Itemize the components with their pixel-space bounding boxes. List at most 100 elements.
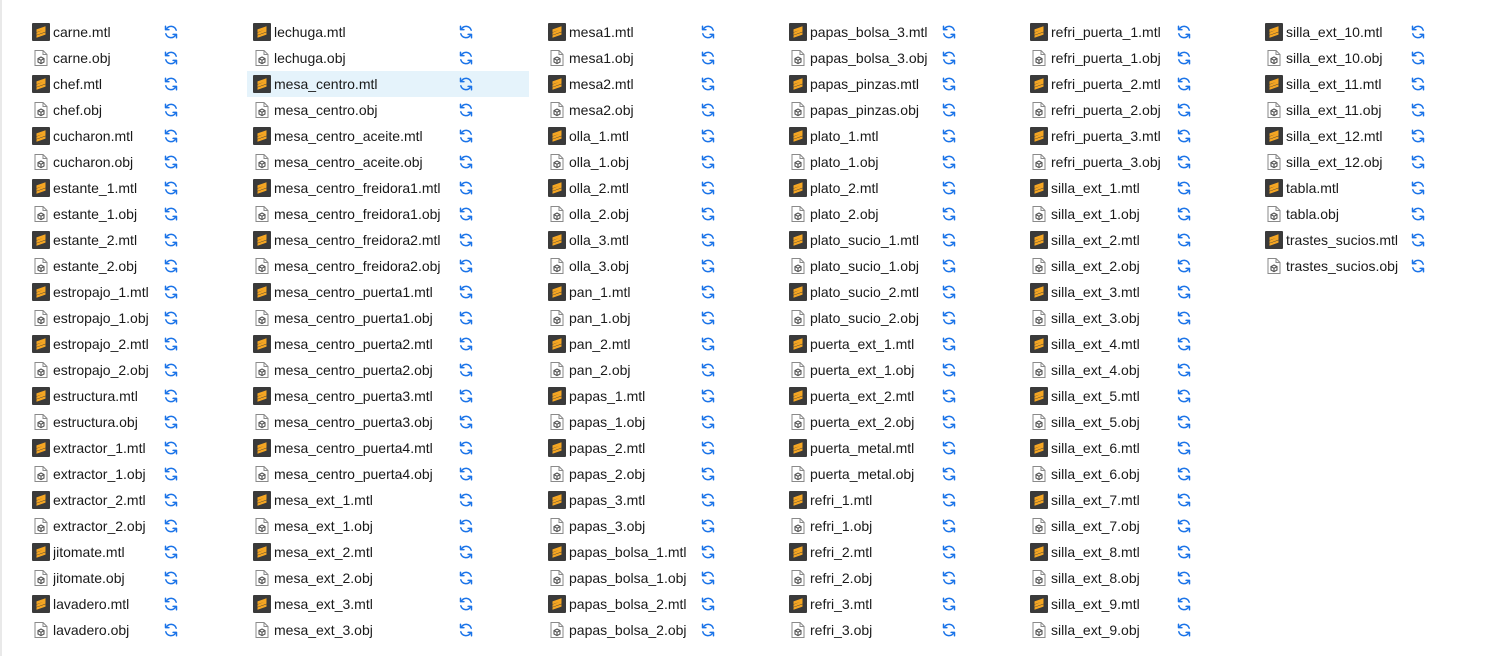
file-item[interactable]: puerta_ext_1.mtl — [787, 331, 937, 357]
file-item[interactable]: mesa_ext_3.obj — [251, 617, 529, 643]
file-item[interactable]: papas_2.obj — [546, 461, 706, 487]
file-item[interactable]: tabla.obj — [1263, 201, 1415, 227]
file-item[interactable]: silla_ext_6.mtl — [1028, 435, 1178, 461]
file-item[interactable]: plato_sucio_1.obj — [787, 253, 937, 279]
file-item[interactable]: chef.obj — [30, 97, 160, 123]
file-item[interactable]: mesa2.mtl — [546, 71, 706, 97]
file-item[interactable]: plato_1.mtl — [787, 123, 937, 149]
file-item[interactable]: silla_ext_7.mtl — [1028, 487, 1178, 513]
file-item[interactable]: mesa_centro_puerta2.mtl — [251, 331, 529, 357]
file-item[interactable]: estante_2.obj — [30, 253, 160, 279]
file-item[interactable]: carne.obj — [30, 45, 160, 71]
file-item[interactable]: papas_3.mtl — [546, 487, 706, 513]
file-item[interactable]: olla_3.mtl — [546, 227, 706, 253]
file-item[interactable]: silla_ext_1.obj — [1028, 201, 1178, 227]
file-item[interactable]: plato_sucio_2.obj — [787, 305, 937, 331]
file-item[interactable]: pan_1.obj — [546, 305, 706, 331]
file-item[interactable]: lechuga.obj — [251, 45, 529, 71]
file-item[interactable]: silla_ext_8.mtl — [1028, 539, 1178, 565]
file-item[interactable]: silla_ext_10.mtl — [1263, 19, 1415, 45]
file-item[interactable]: papas_1.mtl — [546, 383, 706, 409]
file-item[interactable]: extractor_2.mtl — [30, 487, 160, 513]
file-item[interactable]: pan_1.mtl — [546, 279, 706, 305]
file-item[interactable]: lavadero.obj — [30, 617, 160, 643]
file-item[interactable]: silla_ext_1.mtl — [1028, 175, 1178, 201]
file-item[interactable]: papas_bolsa_3.mtl — [787, 19, 937, 45]
file-item[interactable]: silla_ext_2.obj — [1028, 253, 1178, 279]
file-item[interactable]: silla_ext_4.mtl — [1028, 331, 1178, 357]
file-item[interactable]: estructura.mtl — [30, 383, 160, 409]
file-item[interactable]: trastes_sucios.obj — [1263, 253, 1415, 279]
file-item[interactable]: mesa_centro_puerta1.mtl — [251, 279, 529, 305]
file-item[interactable]: refri_3.mtl — [787, 591, 937, 617]
file-item[interactable]: lavadero.mtl — [30, 591, 160, 617]
file-item[interactable]: olla_1.obj — [546, 149, 706, 175]
file-item[interactable]: trastes_sucios.mtl — [1263, 227, 1415, 253]
file-item[interactable]: papas_1.obj — [546, 409, 706, 435]
file-item[interactable]: plato_2.obj — [787, 201, 937, 227]
file-item[interactable]: estante_1.obj — [30, 201, 160, 227]
file-item[interactable]: extractor_1.mtl — [30, 435, 160, 461]
file-item[interactable]: papas_2.mtl — [546, 435, 706, 461]
file-item[interactable]: refri_puerta_3.mtl — [1028, 123, 1178, 149]
file-item[interactable]: silla_ext_11.mtl — [1263, 71, 1415, 97]
file-item[interactable]: estante_1.mtl — [30, 175, 160, 201]
file-item[interactable]: estropajo_1.mtl — [30, 279, 160, 305]
file-item[interactable]: refri_2.mtl — [787, 539, 937, 565]
file-item[interactable]: plato_sucio_1.mtl — [787, 227, 937, 253]
file-item[interactable]: papas_bolsa_2.mtl — [546, 591, 706, 617]
file-item[interactable]: extractor_2.obj — [30, 513, 160, 539]
file-item[interactable]: mesa1.mtl — [546, 19, 706, 45]
file-item[interactable]: silla_ext_4.obj — [1028, 357, 1178, 383]
file-item[interactable]: mesa_ext_2.obj — [251, 565, 529, 591]
file-item[interactable]: papas_pinzas.obj — [787, 97, 937, 123]
file-item[interactable]: mesa_centro_aceite.obj — [251, 149, 529, 175]
file-item[interactable]: estante_2.mtl — [30, 227, 160, 253]
file-item[interactable]: puerta_ext_1.obj — [787, 357, 937, 383]
file-item[interactable]: silla_ext_12.mtl — [1263, 123, 1415, 149]
file-item[interactable]: plato_2.mtl — [787, 175, 937, 201]
file-item[interactable]: refri_2.obj — [787, 565, 937, 591]
file-item[interactable]: cucharon.obj — [30, 149, 160, 175]
file-item[interactable]: mesa_centro_puerta3.obj — [251, 409, 529, 435]
file-item[interactable]: lechuga.mtl — [251, 19, 529, 45]
file-item[interactable]: papas_bolsa_1.mtl — [546, 539, 706, 565]
file-item[interactable]: olla_2.obj — [546, 201, 706, 227]
file-item[interactable]: jitomate.mtl — [30, 539, 160, 565]
file-item[interactable]: refri_puerta_2.mtl — [1028, 71, 1178, 97]
file-item[interactable]: mesa_ext_1.obj — [251, 513, 529, 539]
file-item[interactable]: mesa_ext_2.mtl — [251, 539, 529, 565]
file-item[interactable]: olla_2.mtl — [546, 175, 706, 201]
file-item[interactable]: papas_3.obj — [546, 513, 706, 539]
file-item[interactable]: extractor_1.obj — [30, 461, 160, 487]
file-item[interactable]: mesa_ext_1.mtl — [251, 487, 529, 513]
file-item[interactable]: mesa_centro_freidora2.obj — [251, 253, 529, 279]
file-item[interactable]: mesa1.obj — [546, 45, 706, 71]
file-item[interactable]: mesa_centro.obj — [251, 97, 529, 123]
file-item[interactable]: silla_ext_7.obj — [1028, 513, 1178, 539]
file-item[interactable]: estropajo_1.obj — [30, 305, 160, 331]
file-item[interactable]: silla_ext_12.obj — [1263, 149, 1415, 175]
file-item[interactable]: puerta_ext_2.obj — [787, 409, 937, 435]
file-item[interactable]: mesa_centro_puerta1.obj — [251, 305, 529, 331]
file-item[interactable]: mesa_centro_puerta2.obj — [251, 357, 529, 383]
file-item[interactable]: mesa2.obj — [546, 97, 706, 123]
file-item[interactable]: silla_ext_5.mtl — [1028, 383, 1178, 409]
file-item[interactable]: refri_puerta_1.obj — [1028, 45, 1178, 71]
file-item[interactable]: silla_ext_10.obj — [1263, 45, 1415, 71]
file-item[interactable]: refri_puerta_2.obj — [1028, 97, 1178, 123]
file-item[interactable]: olla_3.obj — [546, 253, 706, 279]
file-item[interactable]: refri_puerta_3.obj — [1028, 149, 1178, 175]
file-item[interactable]: pan_2.obj — [546, 357, 706, 383]
file-item[interactable]: jitomate.obj — [30, 565, 160, 591]
file-item[interactable]: silla_ext_5.obj — [1028, 409, 1178, 435]
file-item[interactable]: mesa_centro_aceite.mtl — [251, 123, 529, 149]
file-item[interactable]: mesa_ext_3.mtl — [251, 591, 529, 617]
file-item[interactable]: silla_ext_8.obj — [1028, 565, 1178, 591]
file-item[interactable]: refri_1.obj — [787, 513, 937, 539]
file-item[interactable]: mesa_centro_freidora1.mtl — [251, 175, 529, 201]
file-item[interactable]: papas_pinzas.mtl — [787, 71, 937, 97]
file-item[interactable]: papas_bolsa_2.obj — [546, 617, 706, 643]
file-item[interactable]: puerta_ext_2.mtl — [787, 383, 937, 409]
file-item[interactable]: silla_ext_2.mtl — [1028, 227, 1178, 253]
